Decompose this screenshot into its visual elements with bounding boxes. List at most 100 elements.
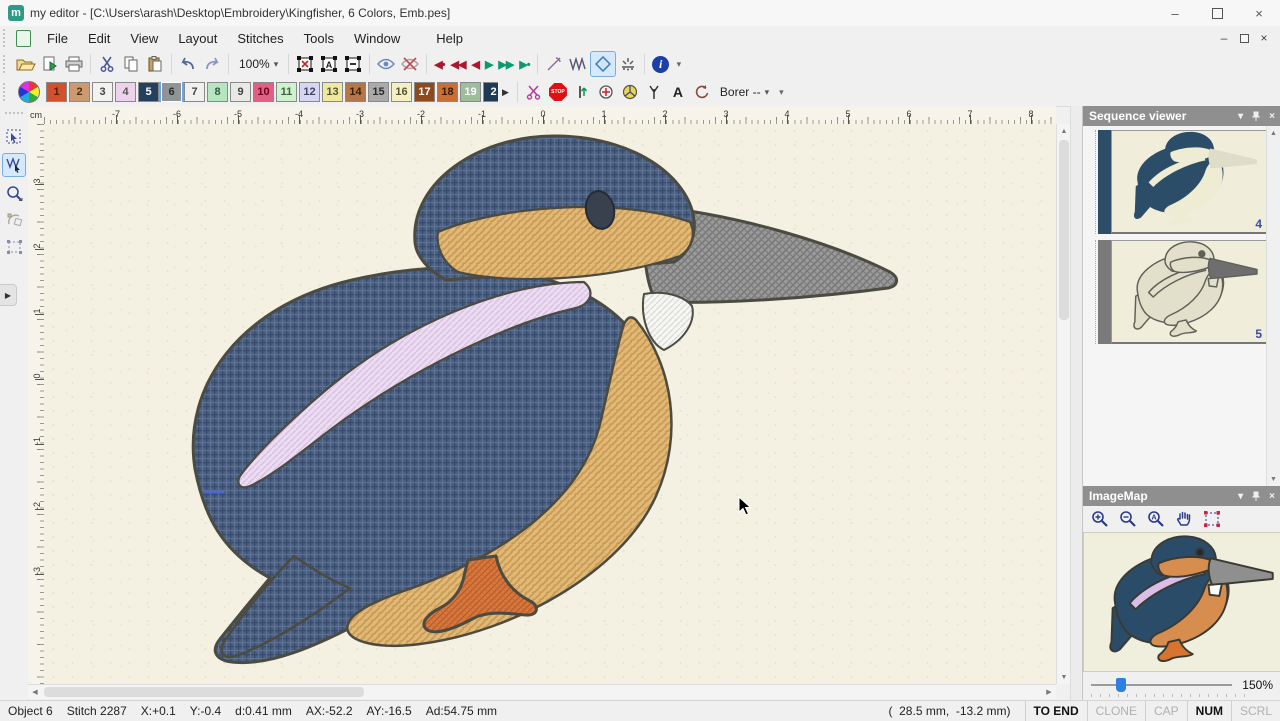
imagemap-frame-button[interactable] (1201, 509, 1223, 529)
menu-stitches[interactable]: Stitches (227, 28, 293, 49)
color-swatch-20[interactable]: 2 (483, 82, 498, 102)
vertical-scrollbar[interactable]: ▲ ▼ (1056, 124, 1071, 684)
frame-x-button[interactable] (293, 52, 317, 76)
color-swatch-16[interactable]: 16 (391, 82, 412, 102)
panel-close-icon[interactable]: × (1269, 111, 1275, 122)
status-toggle-scrl[interactable]: SCRL (1231, 701, 1280, 721)
color-swatch-14[interactable]: 14 (345, 82, 366, 102)
pin-icon[interactable] (1251, 491, 1261, 502)
sidebar-collapse-button[interactable]: ▶ (0, 284, 17, 306)
menu-layout[interactable]: Layout (168, 28, 227, 49)
embroidery-canvas[interactable] (44, 124, 1056, 684)
undo-button[interactable] (176, 52, 200, 76)
color-swatch-5[interactable]: 5 (138, 82, 159, 102)
borer-select[interactable]: Borer -- ▾ (714, 85, 775, 99)
zoom-tool-button[interactable] (3, 182, 25, 204)
target-button[interactable] (594, 80, 618, 104)
document-icon[interactable] (16, 30, 31, 47)
save-as-button[interactable] (38, 52, 62, 76)
shape-view-button[interactable] (590, 51, 616, 77)
status-toggle-num[interactable]: NUM (1187, 701, 1231, 721)
zoom-slider-track[interactable] (1091, 684, 1232, 686)
frame-minus-button[interactable] (341, 52, 365, 76)
first-stitch-button[interactable]: ◀• (431, 58, 447, 71)
toolbar-overflow-button[interactable]: ▾ (775, 87, 788, 98)
paste-button[interactable] (143, 52, 167, 76)
toolbar-grip[interactable] (3, 83, 10, 101)
sequence-item-5[interactable]: 5 (1085, 240, 1267, 344)
hscroll-thumb[interactable] (44, 687, 364, 697)
scroll-down-icon[interactable]: ▼ (1267, 472, 1280, 486)
needle-in-button[interactable] (570, 80, 594, 104)
scroll-right-icon[interactable]: ▶ (1042, 685, 1056, 699)
print-button[interactable] (62, 52, 86, 76)
status-toggle-clone[interactable]: CLONE (1087, 701, 1145, 721)
select-tool-button[interactable] (3, 126, 25, 148)
panel-dropdown-icon[interactable]: ▾ (1238, 491, 1243, 502)
back-stitch-button[interactable]: ◀ (468, 58, 481, 71)
effects-button[interactable] (616, 52, 640, 76)
color-swatch-10[interactable]: 10 (253, 82, 274, 102)
menu-file[interactable]: File (37, 28, 78, 49)
show-stitches-button[interactable] (374, 52, 398, 76)
color-swatch-1[interactable]: 1 (46, 82, 67, 102)
status-toggle-to-end[interactable]: TO END (1025, 701, 1087, 721)
scroll-left-icon[interactable]: ◀ (28, 685, 42, 699)
open-button[interactable] (14, 52, 38, 76)
fast-forward-button[interactable]: ▶▶ (495, 58, 516, 71)
color-swatch-7[interactable]: 7 (184, 82, 205, 102)
stitch-edit-tool-button[interactable] (2, 153, 26, 177)
color-swatch-3[interactable]: 3 (92, 82, 113, 102)
toolbar-grip[interactable] (3, 55, 10, 73)
sequence-scrollbar[interactable]: ▲ ▼ (1266, 126, 1280, 486)
pin-icon[interactable] (1251, 111, 1261, 122)
toolbar-grip[interactable] (5, 112, 23, 118)
frame-tool-button[interactable] (3, 236, 25, 258)
color-swatch-17[interactable]: 17 (414, 82, 435, 102)
mdi-close-button[interactable]: × (1254, 29, 1274, 47)
minimize-button[interactable]: – (1154, 0, 1196, 26)
menu-edit[interactable]: Edit (78, 28, 120, 49)
horizontal-scrollbar[interactable]: ◀ ▶ (28, 684, 1056, 699)
imagemap-zoom-actual-button[interactable]: A (1145, 509, 1167, 529)
menu-help[interactable]: Help (426, 28, 473, 49)
color-swatch-9[interactable]: 9 (230, 82, 251, 102)
hide-stitches-button[interactable] (398, 52, 422, 76)
rotate-button[interactable] (690, 80, 714, 104)
menu-view[interactable]: View (120, 28, 168, 49)
fast-back-button[interactable]: ◀◀ (448, 58, 469, 71)
trim-button[interactable] (522, 80, 546, 104)
imagemap-zoom-in-button[interactable] (1089, 509, 1111, 529)
frame-a-button[interactable]: A (317, 52, 341, 76)
status-toggle-cap[interactable]: CAP (1145, 701, 1187, 721)
vscroll-thumb[interactable] (1059, 140, 1069, 320)
restore-button[interactable] (1196, 0, 1238, 26)
scroll-up-icon[interactable]: ▲ (1057, 124, 1071, 138)
panel-dropdown-icon[interactable]: ▾ (1238, 111, 1243, 122)
mdi-minimize-button[interactable]: – (1214, 29, 1234, 47)
mdi-restore-button[interactable] (1234, 29, 1254, 47)
measure-button[interactable] (542, 52, 566, 76)
stop-button[interactable]: STOP (546, 80, 570, 104)
toolbar-grip[interactable] (3, 29, 10, 47)
color-swatch-6[interactable]: 6 (161, 82, 182, 102)
color-swatch-18[interactable]: 18 (437, 82, 458, 102)
menu-tools[interactable]: Tools (294, 28, 344, 49)
pie-button[interactable] (618, 80, 642, 104)
last-stitch-button[interactable]: ▶• (516, 58, 532, 71)
close-button[interactable]: × (1238, 0, 1280, 26)
color-swatch-11[interactable]: 11 (276, 82, 297, 102)
toolbar-overflow-button[interactable]: ▾ (673, 59, 686, 70)
transform-tool-button[interactable] (3, 209, 25, 231)
sequence-item-4[interactable]: 4 (1085, 130, 1267, 234)
needle-down-button[interactable] (642, 80, 666, 104)
imagemap-preview[interactable] (1083, 532, 1280, 672)
info-button[interactable]: i (649, 52, 673, 76)
zoom-slider-thumb[interactable] (1116, 678, 1126, 692)
lettering-button[interactable]: A (666, 80, 690, 104)
imagemap-zoom-out-button[interactable] (1117, 509, 1139, 529)
palette-scroll-button[interactable]: ▶ (498, 87, 513, 98)
scroll-down-icon[interactable]: ▼ (1057, 670, 1071, 684)
color-swatch-15[interactable]: 15 (368, 82, 389, 102)
imagemap-pan-button[interactable] (1173, 509, 1195, 529)
